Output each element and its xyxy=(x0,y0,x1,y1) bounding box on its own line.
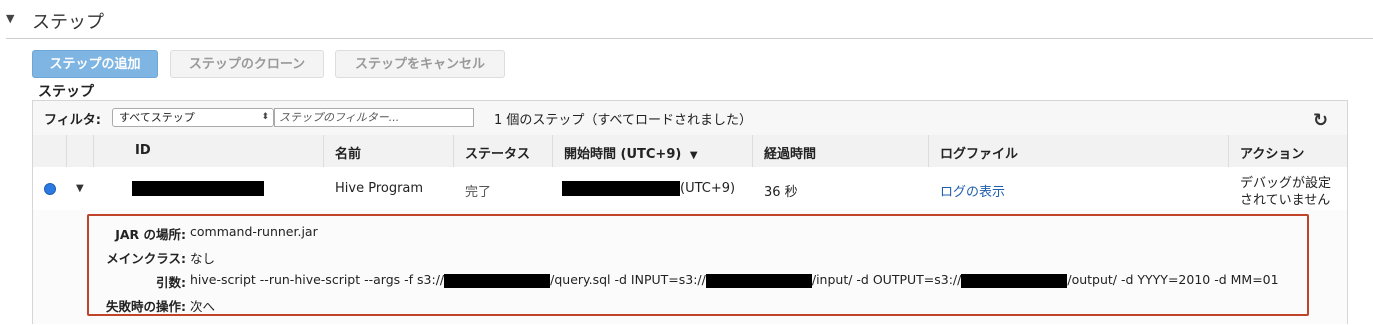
section-divider xyxy=(6,38,1373,39)
section-title: ステップ xyxy=(32,12,104,33)
redacted-bucket xyxy=(705,273,812,288)
select-arrows-icon: ⬍ xyxy=(261,112,269,122)
filter-label: フィルタ: xyxy=(44,113,101,128)
filter-select-value: すべてステップ xyxy=(119,111,195,124)
column-divider xyxy=(928,135,929,167)
redacted-start-time xyxy=(562,181,680,196)
header-elapsed[interactable]: 経過時間 xyxy=(764,143,816,162)
cancel-step-button[interactable]: ステップをキャンセル xyxy=(335,50,505,78)
jar-location-label: JAR の場所: xyxy=(115,227,186,242)
row-action-line2: されていません xyxy=(1240,193,1331,208)
filter-select[interactable]: すべてステップ ⬍ xyxy=(112,108,274,127)
steps-heading: ステップ xyxy=(38,84,94,100)
column-divider xyxy=(552,135,553,167)
column-divider xyxy=(453,135,454,167)
header-log-file[interactable]: ログファイル xyxy=(940,143,1018,162)
header-start-time-label: 開始時間 (UTC+9) xyxy=(564,147,682,162)
redacted-step-id xyxy=(132,181,264,196)
column-divider xyxy=(323,135,324,167)
main-class-value: なし xyxy=(190,251,216,266)
jar-location-value: command-runner.jar xyxy=(190,224,318,239)
header-start-time[interactable]: 開始時間 (UTC+9) ▼ xyxy=(564,143,698,162)
row-name: Hive Program xyxy=(335,181,424,196)
filter-input[interactable] xyxy=(274,108,474,127)
args-part-1: hive-script --run-hive-script --args -f … xyxy=(190,272,445,287)
step-count-text: 1 個のステップ（すべてロードされました） xyxy=(494,113,752,128)
column-divider xyxy=(66,135,67,167)
section-header[interactable]: ▼ ステップ xyxy=(0,0,1373,40)
sort-desc-icon: ▼ xyxy=(689,150,698,161)
clone-step-button[interactable]: ステップのクローン xyxy=(170,50,324,78)
failure-action-label: 失敗時の操作: xyxy=(106,299,186,314)
header-id[interactable]: ID xyxy=(135,143,151,158)
expand-row-icon[interactable]: ▼ xyxy=(76,183,84,194)
column-divider xyxy=(93,135,94,167)
row-status: 完了 xyxy=(465,185,492,200)
column-divider xyxy=(752,135,753,167)
row-elapsed: 36 秒 xyxy=(764,185,798,200)
triangle-down-icon[interactable]: ▼ xyxy=(6,12,14,25)
header-status[interactable]: ステータス xyxy=(465,143,530,162)
row-radio-button[interactable] xyxy=(44,183,56,195)
add-step-button[interactable]: ステップの追加 xyxy=(32,50,158,78)
view-log-link[interactable]: ログの表示 xyxy=(940,181,1005,200)
column-divider xyxy=(1228,135,1229,167)
args-part-3: /input/ -d OUTPUT=s3:// xyxy=(811,272,962,287)
header-action[interactable]: アクション xyxy=(1240,143,1304,162)
arguments-label: 引数: xyxy=(156,275,186,290)
header-name[interactable]: 名前 xyxy=(335,143,361,162)
main-class-label: メインクラス: xyxy=(106,251,186,266)
args-part-2: /query.sql -d INPUT=s3:// xyxy=(550,272,706,287)
redacted-bucket xyxy=(444,273,551,288)
failure-action-value: 次へ xyxy=(190,299,216,314)
arguments-value: hive-script --run-hive-script --args -f … xyxy=(190,272,1279,288)
args-part-4: /output/ -d YYYY=2010 -d MM=01 xyxy=(1067,272,1279,287)
redacted-bucket xyxy=(961,273,1068,288)
refresh-icon[interactable]: ↻ xyxy=(1313,110,1328,131)
row-start-time-suffix: (UTC+9) xyxy=(680,181,736,196)
